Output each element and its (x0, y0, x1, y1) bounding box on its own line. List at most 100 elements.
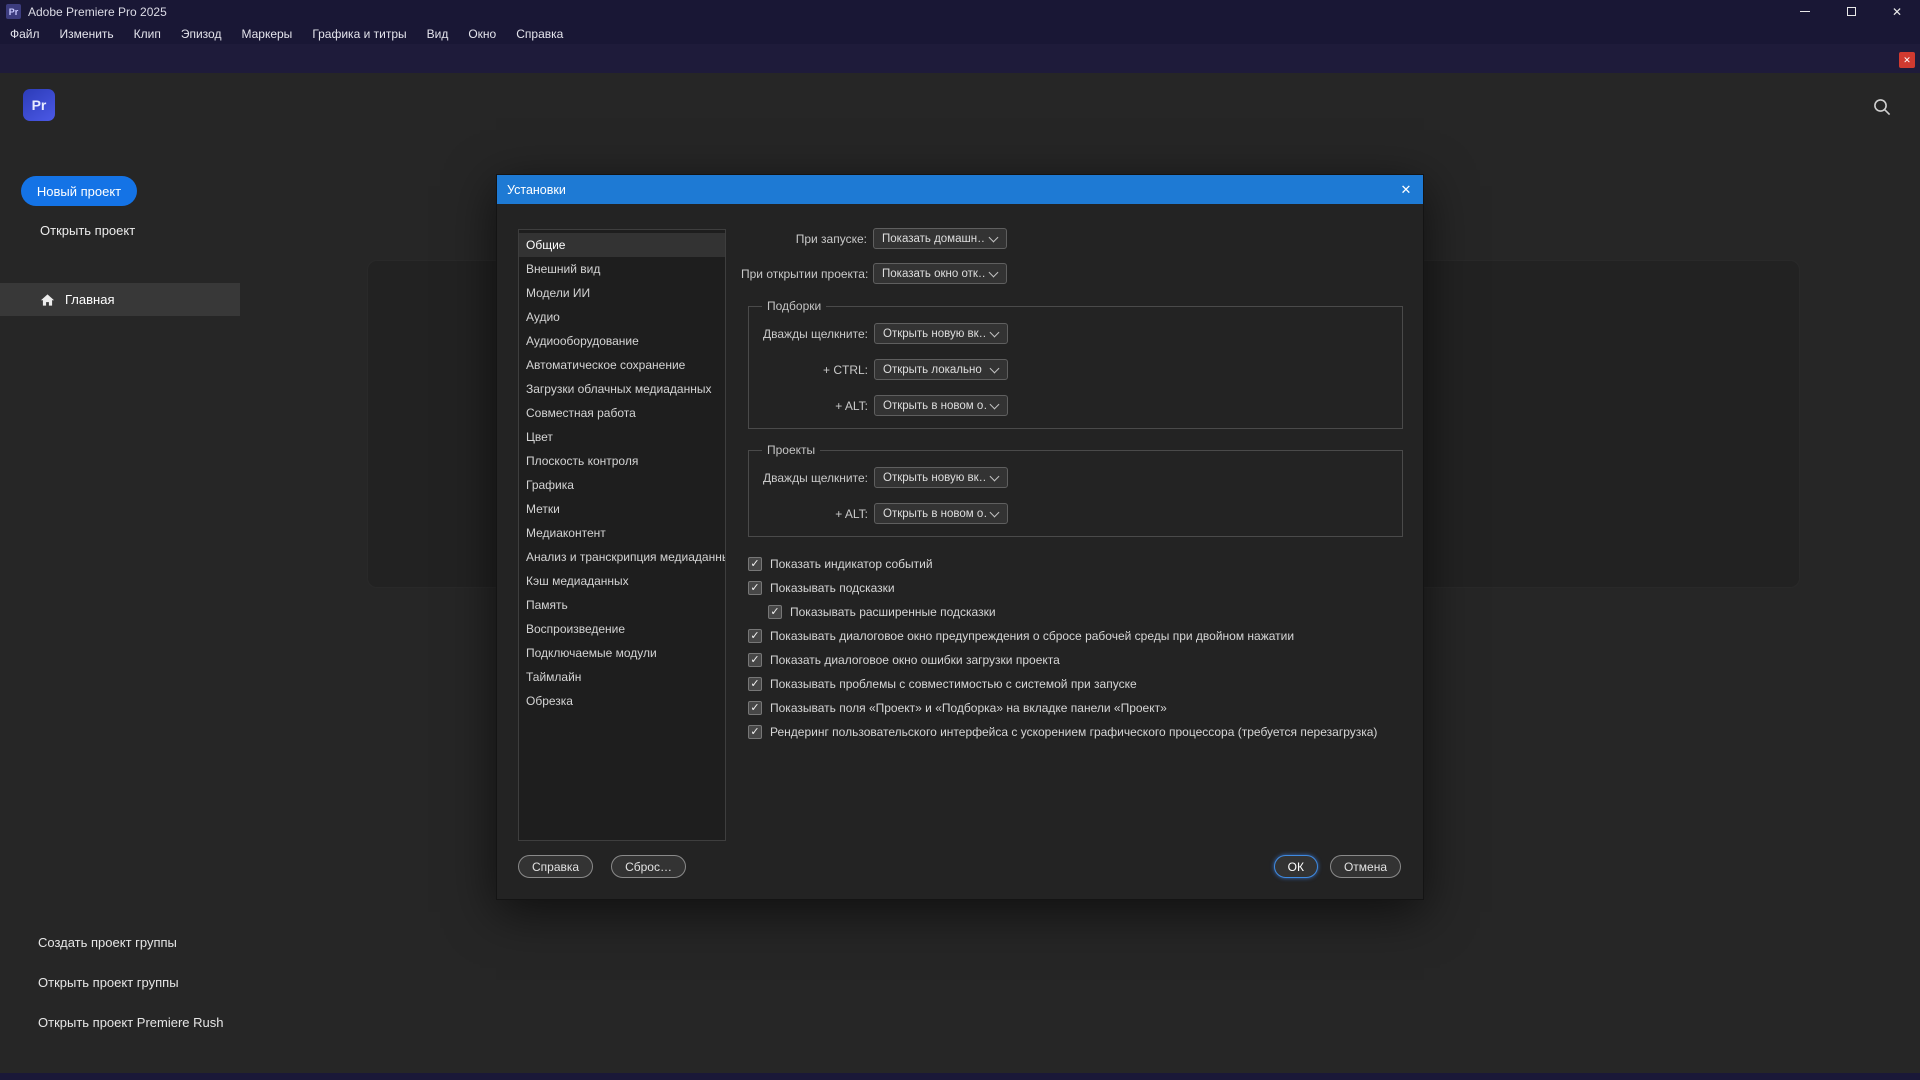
category-item[interactable]: Анализ и транскрипция медиаданных (519, 545, 725, 569)
reset-button[interactable]: Сброс… (611, 855, 686, 878)
sidebar-item-home[interactable]: Главная (0, 283, 240, 316)
setting-label: Дважды щелкните: (749, 471, 868, 485)
chevron-down-icon (990, 507, 1000, 517)
dropdown[interactable]: Открыть локально (874, 359, 1008, 380)
dropdown-value: Открыть локально (883, 364, 987, 376)
dropdown[interactable]: Показать домашн… (873, 228, 1007, 249)
category-item[interactable]: Модели ИИ (519, 281, 725, 305)
dialog-title: Установки (497, 183, 566, 197)
menu-item[interactable]: Маркеры (231, 27, 302, 41)
checkbox[interactable]: ✓ (748, 701, 762, 715)
setting-label: + CTRL: (749, 363, 868, 377)
checkbox[interactable]: ✓ (748, 653, 762, 667)
checkbox-row: ✓Показывать проблемы с совместимостью с … (748, 672, 1403, 696)
checkbox-row: ✓Показывать поля «Проект» и «Подборка» н… (748, 696, 1403, 720)
chevron-down-icon (990, 471, 1000, 481)
category-item[interactable]: Цвет (519, 425, 725, 449)
home-footer-links: Создать проект группы Открыть проект груп… (38, 933, 224, 1033)
dropdown[interactable]: Открыть в новом о… (874, 395, 1008, 416)
setting-label: При открытии проекта: (741, 267, 867, 281)
premiere-logo: Pr (23, 89, 55, 121)
category-item[interactable]: Аудиооборудование (519, 329, 725, 353)
chevron-down-icon (990, 399, 1000, 409)
group-box: Подборки Дважды щелкните:Открыть новую вк… (748, 299, 1403, 429)
dropdown-value: Открыть в новом о… (883, 400, 987, 412)
home-footer-link[interactable]: Создать проект группы (38, 933, 224, 953)
secondary-bar (0, 44, 1920, 73)
category-item[interactable]: Общие (519, 233, 725, 257)
maximize-button[interactable] (1828, 0, 1874, 23)
dropdown[interactable]: Открыть новую вк… (874, 323, 1008, 344)
category-item[interactable]: Метки (519, 497, 725, 521)
window-controls: ✕ (1782, 0, 1920, 23)
checkbox[interactable]: ✓ (768, 605, 782, 619)
minimize-button[interactable] (1782, 0, 1828, 23)
checkbox[interactable]: ✓ (748, 629, 762, 643)
category-item[interactable]: Подключаемые модули (519, 641, 725, 665)
category-item[interactable]: Воспроизведение (519, 617, 725, 641)
menu-item[interactable]: Эпизод (171, 27, 232, 41)
category-item[interactable]: Кэш медиаданных (519, 569, 725, 593)
checkbox-label: Показывать подсказки (770, 581, 895, 595)
menu-item[interactable]: Клип (124, 27, 171, 41)
cancel-button[interactable]: Отмена (1330, 855, 1401, 878)
chevron-down-icon (990, 327, 1000, 337)
setting-row: При запуске: Показать домашн… (741, 228, 1403, 249)
ok-button[interactable]: ОК (1274, 855, 1318, 878)
general-rows: При запуске: Показать домашн… При открытии… (741, 228, 1403, 284)
category-item[interactable]: Медиаконтент (519, 521, 725, 545)
category-item[interactable]: Память (519, 593, 725, 617)
checkbox-list: ✓Показать индикатор событий✓Показывать п… (748, 552, 1403, 744)
overlay-close-button[interactable]: ✕ (1899, 52, 1915, 68)
setting-row: Дважды щелкните:Открыть новую вк… (749, 323, 1402, 344)
category-item[interactable]: Таймлайн (519, 665, 725, 689)
category-item[interactable]: Плоскость контроля (519, 449, 725, 473)
checkbox-label: Показать диалоговое окно ошибки загрузки… (770, 653, 1060, 667)
menu-item[interactable]: Справка (506, 27, 573, 41)
checkbox-label: Показывать диалоговое окно предупреждени… (770, 629, 1294, 643)
group-boxes: ПодборкиДважды щелкните:Открыть новую вк… (741, 299, 1403, 537)
open-project-link[interactable]: Открыть проект (40, 223, 135, 238)
checkbox-row: ✓Показывать расширенные подсказки (768, 600, 1403, 624)
help-button[interactable]: Справка (518, 855, 593, 878)
home-footer-link[interactable]: Открыть проект Premiere Rush (38, 1013, 224, 1033)
category-item[interactable]: Аудио (519, 305, 725, 329)
settings-panel: При запуске: Показать домашн… При открытии… (741, 228, 1403, 744)
menu-item[interactable]: Изменить (50, 27, 124, 41)
dropdown-value: Открыть новую вк… (883, 328, 987, 340)
setting-label: При запуске: (741, 232, 867, 246)
category-item[interactable]: Загрузки облачных медиаданных (519, 377, 725, 401)
checkbox-row: ✓ Показать диалоговое окно ошибки загрузк… (748, 648, 1403, 672)
home-footer-link[interactable]: Открыть проект группы (38, 973, 224, 993)
minimize-icon (1800, 11, 1810, 12)
dropdown[interactable]: Открыть в новом о… (874, 503, 1008, 524)
category-item[interactable]: Совместная работа (519, 401, 725, 425)
menu-item[interactable]: Файл (0, 27, 50, 41)
dropdown-value: Открыть новую вк… (883, 472, 987, 484)
dialog-footer: Справка Сброс… ОК Отмена (518, 855, 1401, 878)
group-title: Подборки (762, 299, 826, 313)
menu-item[interactable]: Графика и титры (302, 27, 416, 41)
search-icon[interactable] (1871, 96, 1893, 118)
checkbox[interactable]: ✓ (748, 581, 762, 595)
menu-bar: ФайлИзменитьКлипЭпизодМаркерыГрафика и т… (0, 23, 1920, 44)
category-item[interactable]: Обрезка (519, 689, 725, 713)
dropdown[interactable]: Показать окно отк… (873, 263, 1007, 284)
dialog-titlebar[interactable]: Установки ✕ (497, 175, 1423, 204)
menu-item[interactable]: Вид (417, 27, 459, 41)
checkbox[interactable]: ✓ (748, 677, 762, 691)
new-project-button[interactable]: Новый проект (21, 176, 137, 206)
close-button[interactable]: ✕ (1874, 0, 1920, 23)
app-icon: Pr (6, 4, 21, 19)
menu-item[interactable]: Окно (458, 27, 506, 41)
setting-label: + ALT: (749, 399, 868, 413)
checkbox[interactable]: ✓ (748, 557, 762, 571)
checkbox-label: Показать индикатор событий (770, 557, 933, 571)
dropdown[interactable]: Открыть новую вк… (874, 467, 1008, 488)
checkbox[interactable]: ✓ (748, 725, 762, 739)
category-item[interactable]: Внешний вид (519, 257, 725, 281)
category-item[interactable]: Автоматическое сохранение (519, 353, 725, 377)
dialog-close-button[interactable]: ✕ (1389, 182, 1423, 198)
category-item[interactable]: Графика (519, 473, 725, 497)
checkbox-label: Рендеринг пользовательского интерфейса с… (770, 725, 1377, 739)
